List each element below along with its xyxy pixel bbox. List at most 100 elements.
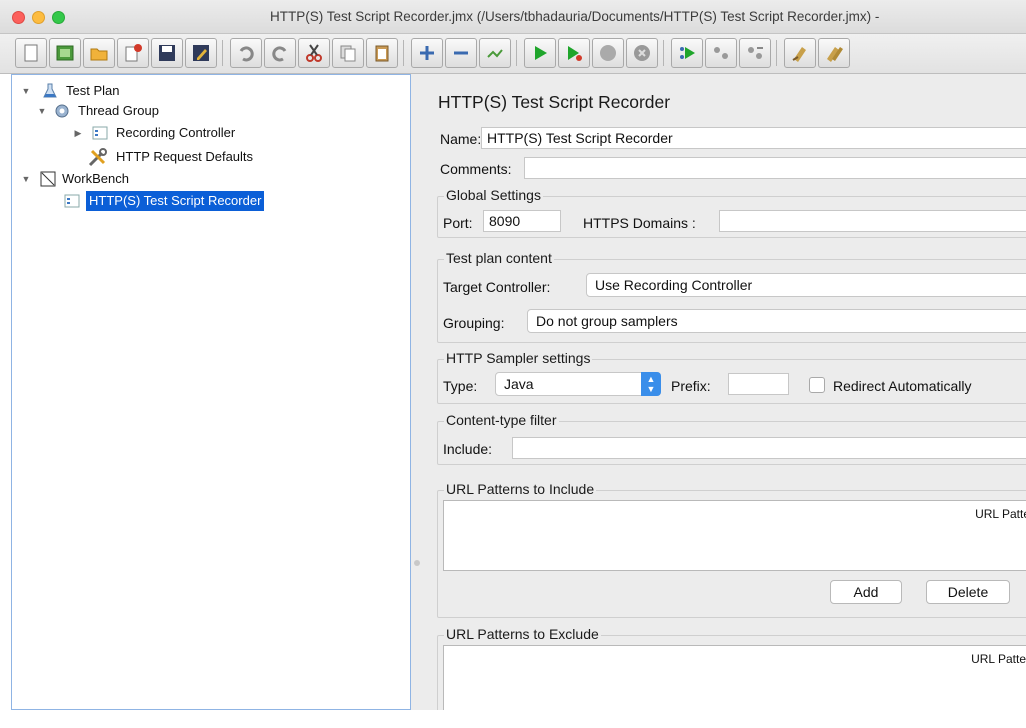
port-label: Port: <box>443 215 473 231</box>
test-plan-tree[interactable]: ▼ Test Plan ▼ Thread Group ▶ Recording C… <box>11 74 411 710</box>
collapse-icon <box>454 51 468 55</box>
toolbar-separator <box>403 40 404 66</box>
remote-stop-icon <box>714 47 728 59</box>
page-title: HTTP(S) Test Script Recorder <box>438 92 671 112</box>
undo-button[interactable] <box>230 38 262 68</box>
templates-button[interactable] <box>49 38 81 68</box>
open-button[interactable] <box>83 38 115 68</box>
toolbar-separator <box>222 40 223 66</box>
toolbar <box>0 34 1026 74</box>
clear-all-icon <box>827 47 843 62</box>
content-type-filter-legend: Content-type filter <box>444 412 559 428</box>
remote-start-icon <box>680 47 695 59</box>
minimize-window-button[interactable] <box>32 11 45 24</box>
clear-button[interactable] <box>784 38 816 68</box>
expanded-arrow-icon[interactable]: ▼ <box>36 101 48 121</box>
name-field[interactable]: HTTP(S) Test Script Recorder <box>481 127 1026 149</box>
remote-shutdown-button[interactable] <box>739 38 771 68</box>
controller-icon <box>92 126 108 140</box>
prefix-field[interactable] <box>728 373 789 395</box>
recorder-icon <box>64 194 80 208</box>
global-settings-legend: Global Settings <box>444 187 543 203</box>
toggle-button[interactable] <box>479 38 511 68</box>
comments-field[interactable] <box>524 157 1026 179</box>
grouping-label: Grouping: <box>443 315 505 331</box>
close-button[interactable] <box>117 38 149 68</box>
save-as-icon <box>193 45 209 61</box>
new-icon <box>24 44 38 62</box>
collapsed-arrow-icon[interactable]: ▶ <box>72 123 84 143</box>
add-button[interactable]: Add <box>830 580 902 604</box>
port-field[interactable]: 8090 <box>483 210 561 232</box>
copy-icon <box>340 45 356 62</box>
open-icon <box>90 48 108 61</box>
toggle-icon <box>487 49 503 58</box>
save-icon <box>159 45 175 61</box>
url-pattern-column-header[interactable]: URL Patterr <box>971 652 1026 666</box>
paste-icon <box>375 45 389 62</box>
stop-icon <box>600 45 616 61</box>
delete-button[interactable]: Delete <box>926 580 1010 604</box>
start-no-pause-icon <box>568 46 582 61</box>
copy-button[interactable] <box>332 38 364 68</box>
toolbar-separator <box>516 40 517 66</box>
window-title: HTTP(S) Test Script Recorder.jmx (/Users… <box>270 9 880 24</box>
target-controller-select[interactable]: Use Recording Controller <box>586 273 1026 297</box>
remote-stop-button[interactable] <box>705 38 737 68</box>
recorder-panel: HTTP(S) Test Script Recorder Name: HTTP(… <box>423 74 1026 710</box>
url-patterns-exclude-legend: URL Patterns to Exclude <box>444 626 601 642</box>
prefix-label: Prefix: <box>671 378 711 394</box>
clear-icon <box>792 47 806 62</box>
http-sampler-settings-legend: HTTP Sampler settings <box>444 350 593 366</box>
divider-grip-icon[interactable] <box>414 560 420 566</box>
url-patterns-include-table[interactable]: URL Patter <box>443 500 1026 571</box>
save-as-button[interactable] <box>185 38 217 68</box>
url-pattern-column-header[interactable]: URL Patter <box>975 507 1026 521</box>
url-patterns-include-legend: URL Patterns to Include <box>444 481 597 497</box>
split-pane-divider[interactable] <box>411 74 423 710</box>
include-label: Include: <box>443 441 493 457</box>
start-icon <box>535 46 547 60</box>
redirect-automatically-checkbox[interactable] <box>809 377 825 393</box>
comments-label: Comments: <box>440 161 512 177</box>
remote-start-button[interactable] <box>671 38 703 68</box>
redirect-automatically-label: Redirect Automatically <box>833 378 972 394</box>
https-domains-field[interactable] <box>719 210 1026 232</box>
new-button[interactable] <box>15 38 47 68</box>
save-button[interactable] <box>151 38 183 68</box>
redo-button[interactable] <box>264 38 296 68</box>
expanded-arrow-icon[interactable]: ▼ <box>20 81 32 101</box>
expanded-arrow-icon[interactable]: ▼ <box>20 169 32 189</box>
flask-icon <box>43 83 57 98</box>
include-field[interactable] <box>512 437 1026 459</box>
gear-icon <box>55 104 69 118</box>
type-select[interactable]: Java ▲ ▼ <box>495 372 661 396</box>
grouping-select[interactable]: Do not group samplers <box>527 309 1026 333</box>
url-patterns-exclude-table[interactable]: URL Patterr <box>443 645 1026 710</box>
select-arrows-icon: ▲ ▼ <box>641 372 661 396</box>
tree-node-label: Recording Controller <box>116 125 236 140</box>
templates-icon <box>56 45 74 61</box>
cut-button[interactable] <box>298 38 330 68</box>
start-no-pause-button[interactable] <box>558 38 590 68</box>
tree-node-label: Thread Group <box>78 103 159 118</box>
paste-button[interactable] <box>366 38 398 68</box>
tree-node-label: Test Plan <box>66 83 120 98</box>
title-bar: HTTP(S) Test Script Recorder.jmx (/Users… <box>0 0 1026 34</box>
test-plan-content-legend: Test plan content <box>444 250 554 266</box>
target-controller-label: Target Controller: <box>443 279 551 295</box>
zoom-window-button[interactable] <box>52 11 65 24</box>
stop-button[interactable] <box>592 38 624 68</box>
tree-node-label: WorkBench <box>62 171 129 186</box>
tree-node-label: HTTP(S) Test Script Recorder <box>86 191 265 211</box>
shutdown-icon <box>634 45 650 61</box>
shutdown-button[interactable] <box>626 38 658 68</box>
expand-all-button[interactable] <box>411 38 443 68</box>
close-window-button[interactable] <box>12 11 25 24</box>
cut-icon <box>306 44 322 62</box>
type-select-value: Java <box>504 376 534 392</box>
remote-shutdown-icon <box>748 47 763 59</box>
clear-all-button[interactable] <box>818 38 850 68</box>
start-button[interactable] <box>524 38 556 68</box>
collapse-all-button[interactable] <box>445 38 477 68</box>
